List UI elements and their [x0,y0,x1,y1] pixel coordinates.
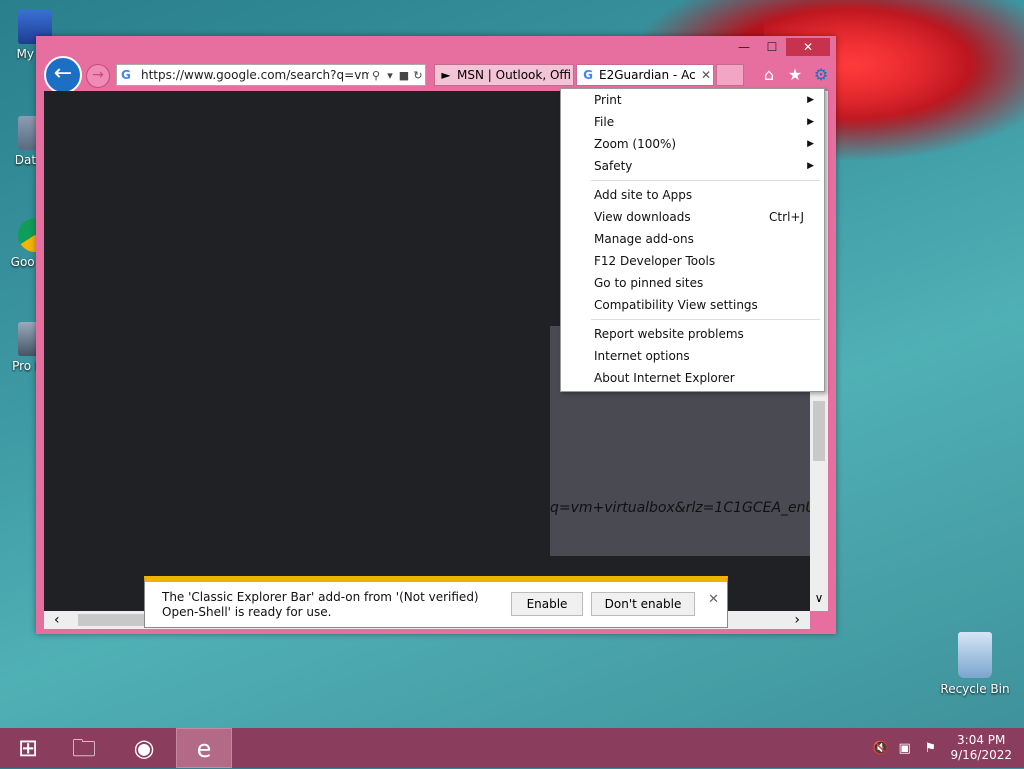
clock[interactable]: 3:04 PM 9/16/2022 [950,733,1012,763]
menu-item-internet-options[interactable]: Internet options [594,346,814,366]
close-icon[interactable]: ✕ [708,592,719,607]
menu-item-label: Internet options [594,349,690,363]
menu-item-label: Add site to Apps [594,188,693,202]
menu-item-compat-view[interactable]: Compatibility View settings [594,295,814,315]
menu-item-about[interactable]: About Internet Explorer [594,368,814,388]
menu-item-label: Compatibility View settings [594,298,758,312]
file-explorer-icon[interactable]: 🗀 [56,728,112,768]
dropdown-icon[interactable]: ▾ [383,69,397,82]
menu-item-add-site[interactable]: Add site to Apps [594,185,814,205]
menu-item-label: Go to pinned sites [594,276,704,290]
lock-icon[interactable]: ■ [397,69,411,82]
menu-item-label: F12 Developer Tools [594,254,716,268]
menu-item-view-downloads[interactable]: View downloads Ctrl+J [594,207,814,227]
menu-shortcut: Ctrl+J [769,210,804,224]
taskbar: ⊞ 🗀 ◉ e 🔇 ▣ ⚑ 3:04 PM 9/16/2022 [0,728,1024,768]
address-input[interactable]: https://www.google.com/search?q=vm+ [141,68,369,82]
addon-notification-bar: The 'Classic Explorer Bar' add-on from '… [144,576,728,628]
notification-message: The 'Classic Explorer Bar' add-on from '… [162,590,482,620]
new-tab-button[interactable] [716,64,744,86]
network-icon[interactable]: ▣ [898,741,914,756]
menu-item-label: File [594,115,615,129]
tab-label: MSN | Outlook, Offi [457,68,572,82]
notification-line-2: Open-Shell' is ready for use. [162,605,332,619]
enable-button[interactable]: Enable [511,592,583,616]
minimize-button[interactable]: — [730,38,758,56]
tab-msn[interactable]: ► MSN | Outlook, Offi [434,64,574,86]
menu-separator [591,319,820,320]
menu-item-file[interactable]: File ▶ [594,112,814,132]
right-toolbar: ⌂ ★ ⚙ [760,66,830,84]
menu-item-zoom[interactable]: Zoom (100%) ▶ [594,134,814,154]
scroll-right-icon[interactable]: › [794,611,800,629]
system-tray: 🔇 ▣ ⚑ 3:04 PM 9/16/2022 [872,728,1012,768]
tab-close-icon[interactable]: ✕ [699,68,713,82]
desktop-icon-recycle-bin[interactable]: Recycle Bin [940,632,1010,696]
clock-date: 9/16/2022 [950,748,1012,762]
notification-line-1: The 'Classic Explorer Bar' add-on from '… [162,590,479,604]
menu-item-manage-addons[interactable]: Manage add-ons [594,229,814,249]
page-url-text: q=vm+virtualbox&rlz=1C1GCEA_enU [550,500,810,516]
menu-item-safety[interactable]: Safety ▶ [594,156,814,176]
submenu-arrow-icon: ▶ [807,161,814,171]
address-bar[interactable]: G https://www.google.com/search?q=vm+ ⚲ … [116,64,426,86]
menu-item-label: Report website problems [594,327,744,341]
gear-icon[interactable]: ⚙ [812,66,830,84]
close-button[interactable]: ✕ [786,38,830,56]
scroll-left-icon[interactable]: ‹ [54,611,60,629]
forward-button[interactable]: → [86,64,110,88]
menu-item-label: Manage add-ons [594,232,694,246]
start-button[interactable]: ⊞ [0,728,56,768]
clock-time: 3:04 PM [957,733,1006,747]
submenu-arrow-icon: ▶ [807,117,814,127]
msn-icon: ► [441,68,451,82]
menu-item-label: Safety [594,159,633,173]
window-caption-buttons: — ☐ ✕ [730,38,830,56]
home-icon[interactable]: ⌂ [760,66,778,84]
menu-item-f12[interactable]: F12 Developer Tools [594,251,814,271]
menu-item-pinned-sites[interactable]: Go to pinned sites [594,273,814,293]
recycle-bin-label: Recycle Bin [940,682,1010,696]
volume-muted-icon[interactable]: 🔇 [872,741,888,756]
scroll-thumb[interactable] [813,401,825,461]
menu-item-label: Print [594,93,622,107]
search-icon[interactable]: ⚲ [369,69,383,82]
dont-enable-button[interactable]: Don't enable [591,592,695,616]
google-icon: G [583,68,593,82]
menu-separator [591,180,820,181]
submenu-arrow-icon: ▶ [807,139,814,149]
refresh-icon[interactable]: ↻ [411,69,425,82]
menu-item-print[interactable]: Print ▶ [594,90,814,110]
favorites-star-icon[interactable]: ★ [786,66,804,84]
scroll-down-icon[interactable]: ∨ [810,591,828,605]
recycle-bin-icon [958,632,992,678]
tools-menu: Print ▶ File ▶ Zoom (100%) ▶ Safety ▶ Add si… [560,88,825,392]
menu-item-label: View downloads [594,210,691,224]
back-button[interactable]: ← [44,56,82,94]
menu-item-label: Zoom (100%) [594,137,677,151]
menu-item-label: About Internet Explorer [594,371,735,385]
tab-e2guardian[interactable]: G E2Guardian - Ac ✕ [576,64,714,86]
chrome-icon[interactable]: ◉ [116,728,172,768]
google-icon: G [121,68,131,82]
submenu-arrow-icon: ▶ [807,95,814,105]
internet-explorer-icon[interactable]: e [176,728,232,768]
maximize-button[interactable]: ☐ [758,38,786,56]
tab-label: E2Guardian - Ac [599,68,696,82]
menu-item-report-problems[interactable]: Report website problems [594,324,814,344]
action-center-icon[interactable]: ⚑ [924,741,940,756]
